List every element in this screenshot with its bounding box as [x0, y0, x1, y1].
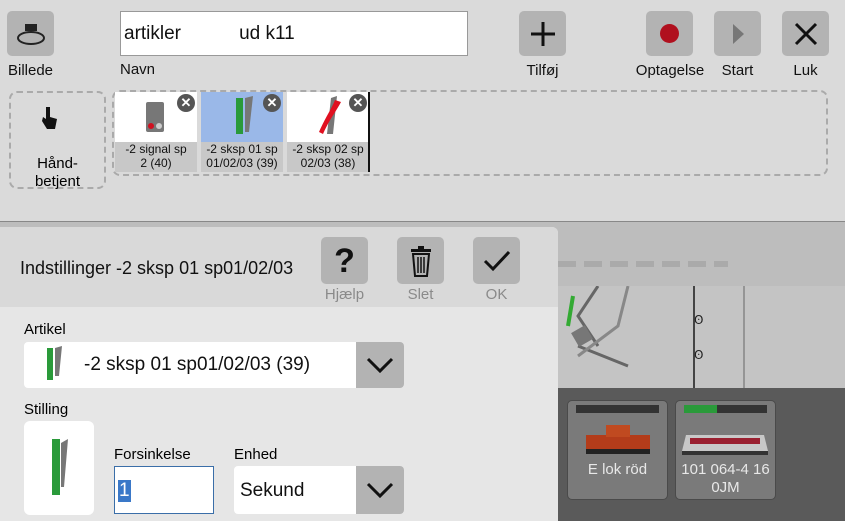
help-label: Hjælp [324, 286, 365, 303]
close-icon [794, 22, 817, 45]
position-label: Stilling [24, 401, 69, 418]
remove-article-icon[interactable]: ✕ [349, 94, 367, 112]
article-label: Artikel [24, 321, 66, 338]
delete-label: Slet [407, 286, 434, 303]
article-select-value: -2 sksp 01 sp01/02/03 (39) [84, 354, 311, 375]
manual-operation-tile[interactable]: Hånd-betjent [9, 91, 106, 190]
loco-name: E lok röd [587, 461, 648, 478]
article-tile[interactable]: ✕ -2 signal sp 2 (40) [115, 92, 197, 172]
trash-icon [410, 245, 431, 277]
picture-label: Billede [7, 62, 54, 79]
switch-straight-icon [47, 346, 62, 380]
add-label: Tilføj [526, 62, 559, 79]
track-plan-view[interactable]: ʘ ʘ [558, 285, 845, 388]
add-button[interactable] [519, 11, 566, 56]
track-dashes [558, 255, 728, 267]
close-button[interactable] [782, 11, 829, 56]
settings-title: Indstillinger -2 sksp 01 sp01/02/03 [20, 258, 294, 278]
picture-button[interactable] [7, 11, 54, 56]
track-image-icon [16, 23, 45, 45]
position-toggle[interactable] [24, 421, 94, 515]
delete-button[interactable] [397, 237, 444, 284]
manual-operation-label: Hånd-betjent [34, 155, 81, 190]
track-plan-drawing: ʘ ʘ [566, 285, 745, 388]
speed-bar [684, 405, 767, 413]
delay-input[interactable]: 1 [114, 466, 214, 514]
name-input[interactable]: artikler ud k11 [120, 11, 468, 56]
loco-image [586, 425, 650, 454]
record-button[interactable] [646, 11, 693, 56]
speed-bar [576, 405, 659, 413]
hand-pointer-icon [42, 107, 57, 129]
record-icon [660, 24, 679, 43]
unit-select-value: Sekund [240, 480, 305, 501]
article-tile[interactable]: ✕ -2 sksp 02 sp 02/03 (38) [287, 92, 369, 172]
play-icon [732, 23, 744, 44]
record-label: Optagelse [635, 62, 705, 79]
svg-text:ʘ: ʘ [694, 313, 703, 327]
chevron-down-icon [356, 342, 404, 388]
svg-text:ʘ: ʘ [694, 348, 703, 362]
loco-card[interactable]: E lok röd [567, 400, 668, 500]
start-button[interactable] [714, 11, 761, 56]
switch-straight-icon [52, 439, 68, 495]
article-caption: -2 signal sp 2 (40) [115, 142, 197, 172]
remove-article-icon[interactable]: ✕ [177, 94, 195, 112]
unit-label: Enhed [234, 446, 278, 463]
ok-label: OK [485, 286, 508, 303]
signal-icon [146, 102, 164, 132]
chevron-down-icon [356, 466, 404, 514]
unit-select[interactable]: Sekund [234, 466, 404, 514]
switch-straight-icon [236, 96, 253, 134]
article-select[interactable]: -2 sksp 01 sp01/02/03 (39) [24, 342, 404, 388]
article-caption: -2 sksp 01 sp 01/02/03 (39) [201, 142, 283, 172]
delay-input-value: 1 [118, 480, 131, 502]
remove-article-icon[interactable]: ✕ [263, 94, 281, 112]
close-label: Luk [793, 62, 818, 79]
loco-image [682, 435, 768, 455]
help-button[interactable]: ? [321, 237, 368, 284]
question-icon: ? [334, 241, 355, 280]
delay-label: Forsinkelse [114, 446, 191, 463]
plus-icon [530, 21, 555, 46]
loco-name: 101 064-4 16 0JM [681, 461, 770, 496]
switch-curve-icon [319, 96, 341, 134]
check-icon [483, 250, 510, 271]
start-label: Start [721, 62, 754, 79]
article-caption: -2 sksp 02 sp 02/03 (38) [287, 142, 369, 172]
insert-cursor [368, 92, 370, 172]
name-label: Navn [120, 61, 156, 78]
ok-button[interactable] [473, 237, 520, 284]
loco-card[interactable]: 101 064-4 16 0JM [675, 400, 776, 500]
article-tile-selected[interactable]: ✕ -2 sksp 01 sp 01/02/03 (39) [201, 92, 283, 172]
